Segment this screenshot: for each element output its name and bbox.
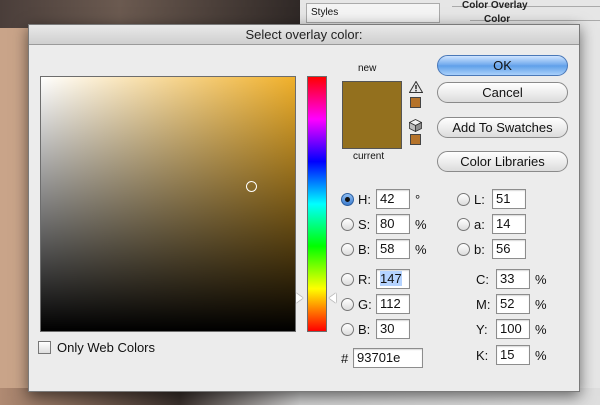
only-web-colors-checkbox[interactable] (38, 341, 51, 354)
hex-label: # (341, 350, 349, 366)
cyan-label: C: (476, 271, 489, 287)
blue-label: B: (358, 321, 371, 337)
cyan-unit: % (535, 271, 547, 287)
green-label: G: (358, 296, 372, 312)
cyan-input[interactable]: 33 (496, 269, 530, 289)
brightness-radio[interactable] (341, 242, 354, 256)
black-label: K: (476, 347, 489, 363)
lab-b-radio[interactable] (457, 242, 470, 256)
color-cursor[interactable] (246, 181, 257, 192)
magenta-unit: % (535, 296, 547, 312)
lab-a-input[interactable]: 14 (492, 214, 526, 234)
red-label: R: (358, 271, 371, 287)
black-input[interactable]: 15 (496, 345, 530, 365)
lightness-row: L: 51 (457, 189, 526, 209)
yellow-row: Y: 100 % (476, 319, 547, 339)
yellow-unit: % (535, 321, 547, 337)
hue-slider[interactable] (307, 76, 327, 332)
hue-unit: ° (415, 191, 421, 207)
color-preview-swatch[interactable] (342, 81, 402, 149)
styles-list-header: Styles (306, 3, 440, 23)
saturation-input[interactable]: 80 (376, 214, 410, 234)
saturation-radio[interactable] (341, 217, 354, 231)
green-input[interactable]: 112 (376, 294, 410, 314)
color-overlay-title: Color Overlay (462, 0, 528, 11)
lab-b-input[interactable]: 56 (492, 239, 526, 259)
magenta-input[interactable]: 52 (496, 294, 530, 314)
web-safe-cube-icon[interactable] (409, 119, 422, 132)
only-web-colors-label[interactable]: Only Web Colors (57, 340, 155, 355)
black-row: K: 15 % (476, 345, 547, 365)
saturation-row: S: 80 % (341, 214, 427, 234)
yellow-label: Y: (476, 321, 488, 337)
add-to-swatches-button[interactable]: Add To Swatches (437, 117, 568, 138)
cyan-row: C: 33 % (476, 269, 547, 289)
color-libraries-button[interactable]: Color Libraries (437, 151, 568, 172)
lightness-label: L: (474, 191, 485, 207)
magenta-row: M: 52 % (476, 294, 547, 314)
green-row: G: 112 (341, 294, 410, 314)
saturation-brightness-field[interactable] (40, 76, 296, 332)
brightness-unit: % (415, 241, 427, 257)
ok-button[interactable]: OK (437, 55, 568, 76)
saturation-label: S: (358, 216, 371, 232)
dialog-title[interactable]: Select overlay color: (29, 25, 579, 45)
cancel-button[interactable]: Cancel (437, 82, 568, 103)
magenta-label: M: (476, 296, 491, 312)
hex-input[interactable]: 93701e (353, 348, 423, 368)
red-radio[interactable] (341, 272, 354, 286)
blue-radio[interactable] (341, 322, 354, 336)
gamut-correction-swatch[interactable] (410, 97, 421, 108)
new-color-label: new (358, 63, 377, 74)
hue-label: H: (358, 191, 371, 207)
lab-b-row: b: 56 (457, 239, 526, 259)
black-unit: % (535, 347, 547, 363)
hex-row: # 93701e (341, 348, 423, 368)
lab-a-label: a: (474, 216, 485, 232)
red-value-selected: 147 (380, 271, 402, 286)
lightness-input[interactable]: 51 (492, 189, 526, 209)
color-picker-dialog: Select overlay color: new current OK Can… (28, 24, 580, 392)
hue-radio[interactable] (341, 192, 354, 206)
hue-slider-handle-left[interactable] (296, 293, 303, 303)
hue-slider-handle-right[interactable] (329, 293, 336, 303)
brightness-row: B: 58 % (341, 239, 427, 259)
lab-a-radio[interactable] (457, 217, 470, 231)
hue-input[interactable]: 42 (376, 189, 410, 209)
lab-a-row: a: 14 (457, 214, 526, 234)
brightness-input[interactable]: 58 (376, 239, 410, 259)
red-row: R: 147 (341, 269, 410, 289)
saturation-unit: % (415, 216, 427, 232)
brightness-label: B: (358, 241, 371, 257)
current-color-label: current (353, 151, 385, 162)
lab-b-label: b: (474, 241, 485, 257)
green-radio[interactable] (341, 297, 354, 311)
blue-row: B: 30 (341, 319, 410, 339)
web-safe-swatch[interactable] (410, 134, 421, 145)
red-input[interactable]: 147 (376, 269, 410, 289)
lightness-radio[interactable] (457, 192, 470, 206)
hue-row: H: 42 ° (341, 189, 420, 209)
yellow-input[interactable]: 100 (496, 319, 530, 339)
blue-input[interactable]: 30 (376, 319, 410, 339)
gamut-warning-icon[interactable] (409, 81, 423, 93)
